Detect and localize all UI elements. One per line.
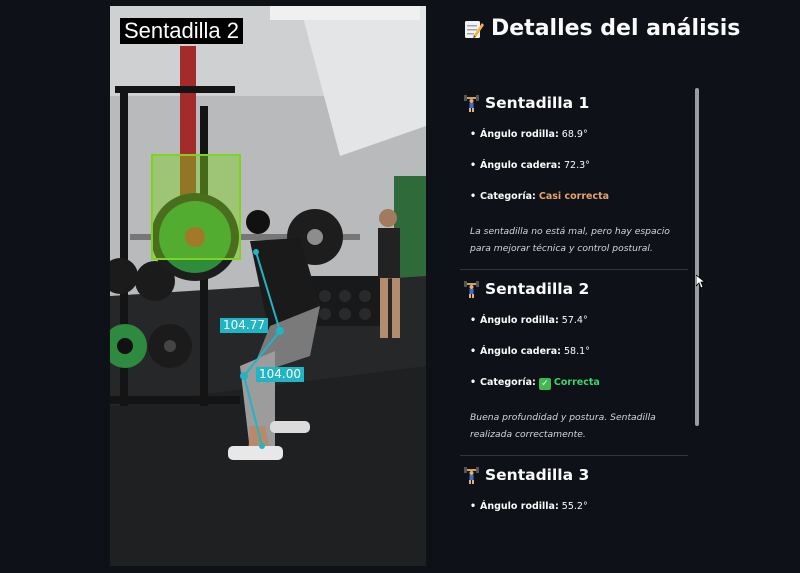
rep-2-category-label: Categoría: [480,377,536,388]
panel-title-text: Detalles del análisis [491,16,741,41]
rep-1-category-line: • Categoría: Casi correcta [470,191,610,202]
rep-1-hip-label: Ángulo cadera: [480,160,561,171]
rep-1-knee-value: 68.9° [561,129,588,140]
rep-3-heading: Sentadilla 3 [464,464,688,486]
rep-2-hip-value: 58.1° [563,346,590,357]
rep-2-knee-label: Ángulo rodilla: [480,315,559,326]
rep-card-1: Sentadilla 1 • Ángulo rodilla: 68.9° • Áng… [460,84,688,270]
panel-title: Detalles del análisis [463,16,740,41]
rep-2-hip-label: Ángulo cadera: [480,346,561,357]
hip-angle-overlay: 104.00 [256,367,304,382]
weight-lifter-icon [464,280,479,298]
rep-1-knee-line: • Ángulo rodilla: 68.9° [470,129,588,140]
memo-icon [463,18,485,40]
gym-scene-illustration [110,6,426,566]
rep-card-3: Sentadilla 3 • Ángulo rodilla: 55.2° [460,456,688,524]
rep-1-knee-label: Ángulo rodilla: [480,129,559,140]
rep-3-knee-value: 55.2° [561,501,588,512]
rep-2-knee-line: • Ángulo rodilla: 57.4° [470,315,588,326]
rep-2-note: Buena profundidad y postura. Sentadilla … [470,412,656,440]
rep-1-heading: Sentadilla 1 [464,92,688,114]
rep-2-heading: Sentadilla 2 [464,278,688,300]
rep-3-knee-label: Ángulo rodilla: [480,501,559,512]
knee-angle-overlay: 104.77 [220,318,268,333]
rep-1-hip-value: 72.3° [563,160,590,171]
details-scrollbar[interactable] [695,88,699,426]
weight-lifter-icon [464,466,479,484]
app-root: Sentadilla 2 104.77 104.00 Detalles del … [0,0,800,573]
analysis-details-scroll[interactable]: Sentadilla 1 • Ángulo rodilla: 68.9° • Áng… [460,84,700,524]
squat-video-frame[interactable]: Sentadilla 2 104.77 104.00 [110,6,426,566]
rep-1-category-value: Casi correcta [538,191,610,202]
rep-1-note: La sentadilla no está mal, pero hay espa… [470,226,670,254]
rep-2-hip-line: • Ángulo cadera: 58.1° [470,346,590,357]
rep-card-2: Sentadilla 2 • Ángulo rodilla: 57.4° • Áng… [460,270,688,456]
weight-lifter-icon [464,94,479,112]
video-title-overlay: Sentadilla 2 [120,18,243,44]
rep-2-title: Sentadilla 2 [485,280,590,298]
mouse-cursor-icon [695,274,707,293]
rep-2-knee-value: 57.4° [561,315,588,326]
rep-1-category-label: Categoría: [480,191,536,202]
rep-1-hip-line: • Ángulo cadera: 72.3° [470,160,590,171]
rep-1-title: Sentadilla 1 [485,94,590,112]
check-mark-icon: ✓ [538,378,551,390]
rep-3-title: Sentadilla 3 [485,466,590,484]
rep-2-category-value: Correcta [553,377,600,388]
rep-3-knee-line: • Ángulo rodilla: 55.2° [470,501,588,512]
rep-2-category-line: • Categoría: ✓ Correcta [470,377,600,390]
